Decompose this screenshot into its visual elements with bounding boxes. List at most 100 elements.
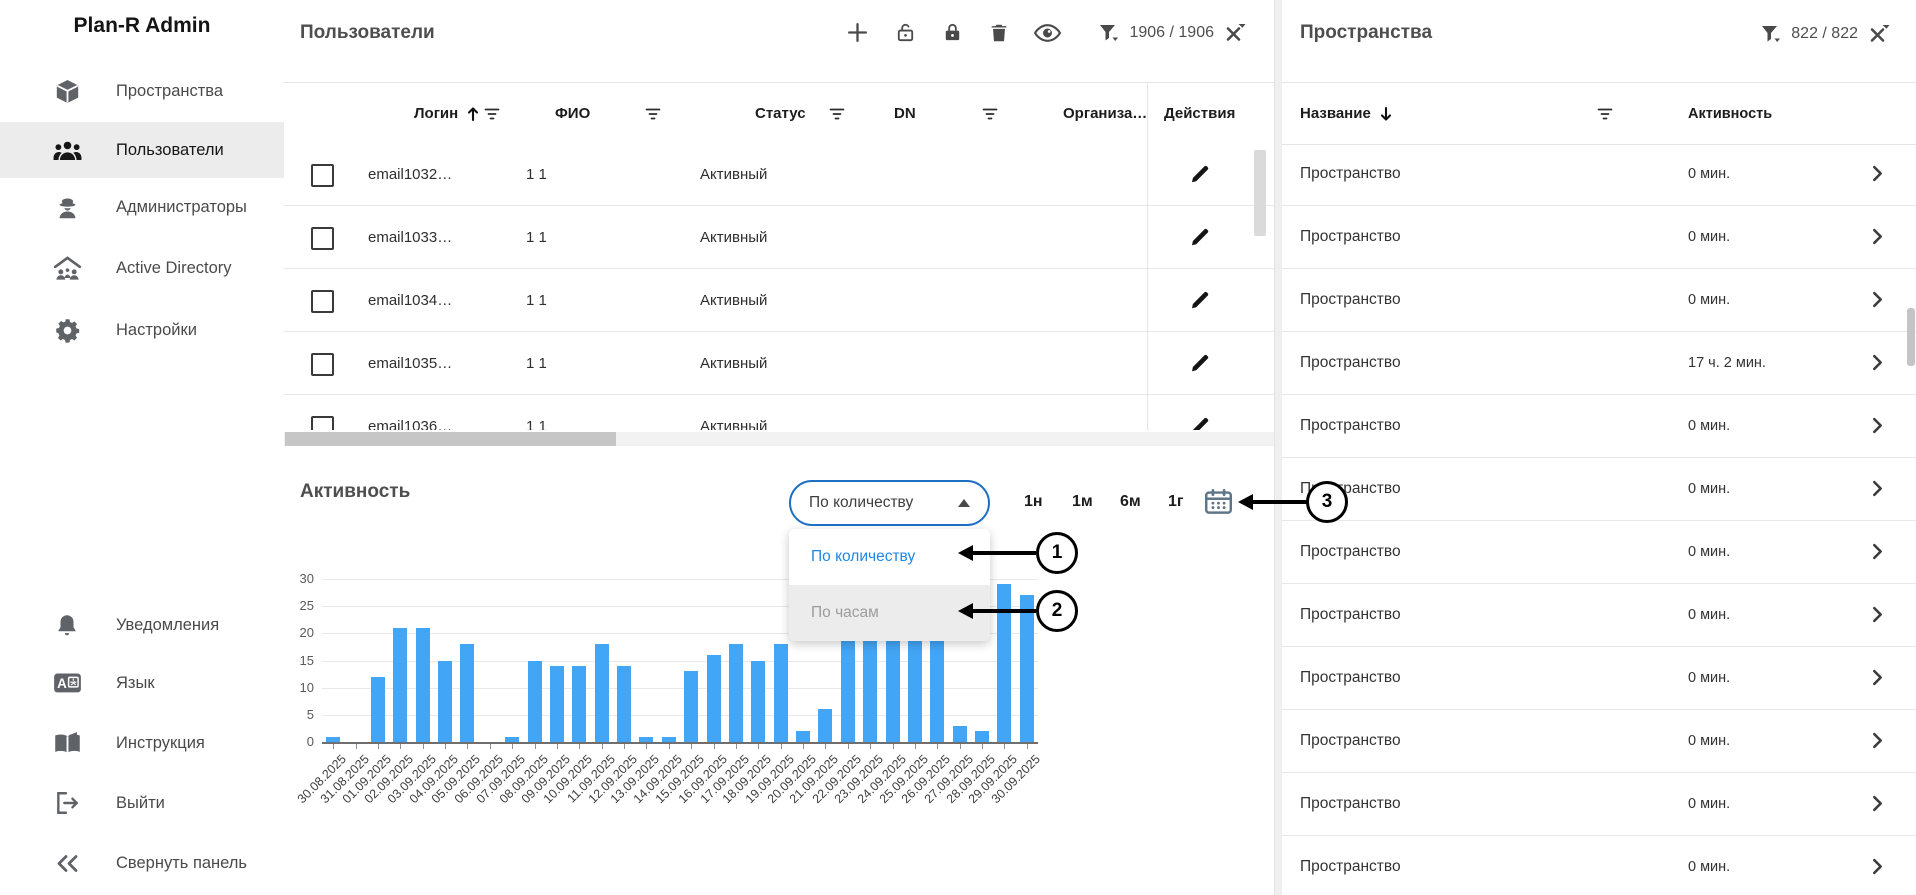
- users-filter-count: 1906 / 1906: [1129, 24, 1214, 42]
- chart-bar: [841, 633, 855, 742]
- space-row[interactable]: Пространство17 ч. 2 мин.: [1282, 332, 1916, 395]
- column-header-organization: Организа…: [1063, 83, 1147, 144]
- sidebar-item-label: Свернуть панель: [116, 854, 247, 873]
- svg-text:A: A: [57, 675, 67, 690]
- clear-filter-icon[interactable]: [1224, 23, 1246, 43]
- sidebar-item-language[interactable]: A Язык: [0, 655, 284, 711]
- sidebar-item-settings[interactable]: Настройки: [0, 302, 284, 358]
- space-row[interactable]: Пространство0 мин.: [1282, 269, 1916, 332]
- sidebar-item-logout[interactable]: Выйти: [0, 775, 284, 831]
- chevron-right-icon[interactable]: [1872, 417, 1883, 434]
- chevron-right-icon[interactable]: [1872, 858, 1883, 875]
- space-name-cell: Пространство: [1300, 710, 1401, 772]
- edit-button[interactable]: [1169, 269, 1231, 331]
- column-header-name[interactable]: Название: [1300, 83, 1393, 144]
- space-row[interactable]: Пространство0 мин.: [1282, 458, 1916, 521]
- space-row[interactable]: Пространство0 мин.: [1282, 773, 1916, 836]
- x-axis-tick: [803, 744, 804, 749]
- delete-icon[interactable]: [988, 22, 1010, 44]
- sidebar-item-notifications[interactable]: Уведомления: [0, 597, 284, 653]
- x-axis-tick: [512, 744, 513, 749]
- sidebar-item-manual[interactable]: Инструкция: [0, 715, 284, 771]
- unlock-icon[interactable]: [894, 21, 917, 44]
- activity-mode-dropdown[interactable]: По количеству: [789, 480, 990, 526]
- sidebar-item-active-directory[interactable]: Active Directory: [0, 240, 284, 296]
- chart-bar: [550, 666, 564, 742]
- fio-cell: 1 1: [526, 206, 547, 268]
- edit-button[interactable]: [1169, 332, 1231, 394]
- row-checkbox[interactable]: [311, 164, 334, 187]
- sidebar-item-users[interactable]: Пользователи: [0, 122, 284, 178]
- add-user-button[interactable]: [845, 20, 870, 45]
- edit-button[interactable]: [1169, 143, 1231, 205]
- spaces-filter-group: 822 / 822: [1761, 24, 1890, 44]
- column-filter-login-icon[interactable]: [484, 83, 500, 144]
- gear-icon: [52, 315, 82, 345]
- users-toolbar: 1906 / 1906: [845, 20, 1246, 45]
- chevron-right-icon[interactable]: [1872, 543, 1883, 560]
- chevron-right-icon[interactable]: [1872, 228, 1883, 245]
- clear-filter-icon[interactable]: [1868, 24, 1890, 44]
- column-header-status: Статус: [755, 83, 806, 144]
- spaces-panel: Пространства 822 / 822 Название Активнос…: [1282, 0, 1916, 895]
- edit-button[interactable]: [1169, 206, 1231, 268]
- space-row[interactable]: Пространство0 мин.: [1282, 143, 1916, 206]
- sidebar-item-collapse-panel[interactable]: Свернуть панель: [0, 835, 284, 891]
- row-checkbox[interactable]: [311, 290, 334, 313]
- user-row[interactable]: email1032…1 1Активный: [284, 143, 1274, 206]
- row-checkbox[interactable]: [311, 227, 334, 250]
- user-row[interactable]: email1034…1 1Активный: [284, 269, 1274, 332]
- chevron-right-icon[interactable]: [1872, 732, 1883, 749]
- chart-bar: [572, 666, 586, 742]
- column-filter-dn-icon[interactable]: [982, 83, 998, 144]
- space-row[interactable]: Пространство0 мин.: [1282, 647, 1916, 710]
- user-row[interactable]: email1036…1 1Активный: [284, 395, 1274, 430]
- sidebar-item-admins[interactable]: Администраторы: [0, 179, 284, 235]
- status-cell: Активный: [700, 269, 767, 331]
- chevron-right-icon[interactable]: [1872, 291, 1883, 308]
- spaces-column-header-row: Название Активность: [1282, 82, 1916, 145]
- edit-button[interactable]: [1169, 395, 1231, 430]
- chevron-right-icon[interactable]: [1872, 480, 1883, 497]
- chart-bar: [460, 644, 474, 742]
- chart-bar: [617, 666, 631, 742]
- space-row[interactable]: Пространство0 мин.: [1282, 710, 1916, 773]
- space-row[interactable]: Пространство0 мин.: [1282, 836, 1916, 895]
- users-vertical-scrollbar-thumb[interactable]: [1254, 150, 1266, 236]
- language-icon: A: [52, 668, 82, 698]
- row-checkbox[interactable]: [311, 353, 334, 376]
- chart-bar: [1020, 595, 1034, 742]
- space-row[interactable]: Пространство0 мин.: [1282, 521, 1916, 584]
- spaces-vertical-scrollbar-thumb[interactable]: [1907, 308, 1915, 366]
- chevron-right-icon[interactable]: [1872, 606, 1883, 623]
- chevron-right-icon[interactable]: [1872, 795, 1883, 812]
- x-axis-tick: [333, 744, 334, 749]
- view-icon[interactable]: [1034, 23, 1061, 43]
- sidebar-item-spaces[interactable]: Пространства: [0, 63, 284, 119]
- filter-icon[interactable]: [1099, 24, 1119, 42]
- y-axis-label: 0: [284, 734, 314, 749]
- row-checkbox[interactable]: [311, 416, 334, 430]
- horizontal-scrollbar-thumb[interactable]: [285, 432, 616, 446]
- column-filter-fio-icon[interactable]: [645, 83, 661, 144]
- actions-column-divider: [1147, 82, 1148, 430]
- column-filter-name-icon[interactable]: [1597, 83, 1613, 144]
- user-row[interactable]: email1033…1 1Активный: [284, 206, 1274, 269]
- column-header-login[interactable]: Логин: [414, 83, 480, 144]
- chevron-right-icon[interactable]: [1872, 669, 1883, 686]
- chevron-right-icon[interactable]: [1872, 354, 1883, 371]
- user-row[interactable]: email1035…1 1Активный: [284, 332, 1274, 395]
- space-row[interactable]: Пространство0 мин.: [1282, 395, 1916, 458]
- column-filter-status-icon[interactable]: [829, 83, 845, 144]
- space-row[interactable]: Пространство0 мин.: [1282, 206, 1916, 269]
- x-axis-tick: [423, 744, 424, 749]
- chevron-right-icon[interactable]: [1872, 165, 1883, 182]
- lock-icon[interactable]: [941, 21, 964, 44]
- chart-bar: [662, 737, 676, 742]
- users-filter-group: 1906 / 1906: [1099, 23, 1246, 43]
- horizontal-scrollbar-track[interactable]: [284, 432, 1274, 446]
- space-name-cell: Пространство: [1300, 143, 1401, 205]
- activity-section: Активность По количеству 1н 1м 6м 1г 051…: [284, 455, 1274, 895]
- space-row[interactable]: Пространство0 мин.: [1282, 584, 1916, 647]
- filter-icon[interactable]: [1761, 25, 1781, 43]
